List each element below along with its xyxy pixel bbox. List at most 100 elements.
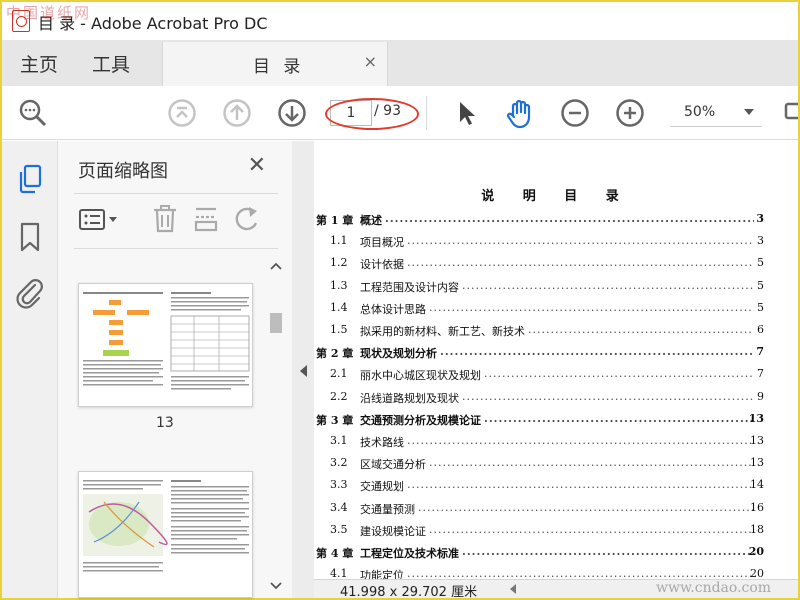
toc-entry-number: 3.2 [330,456,348,470]
toc-entry-number: 3.1 [330,434,348,447]
toc-heading: 说 明 目 录 [481,189,631,204]
toc-entry[interactable]: 4.1 功能定位.................................… [314,564,764,579]
tab-close-icon[interactable]: × [364,52,377,71]
status-bar: 41.998 x 29.702 厘米 www.cndao.com [314,579,798,600]
toc-entry-number: 1.1 [330,234,348,248]
next-page-icon[interactable] [277,98,307,128]
tab-bar: 主页 工具 目 录 × [2,40,798,86]
toc-entry-page: 13 [750,434,764,447]
pane-splitter[interactable] [292,141,314,598]
navigation-rail [2,141,58,598]
delete-page-icon[interactable] [151,203,179,239]
first-page-icon[interactable] [167,98,197,128]
scrollbar-thumb[interactable] [270,313,282,333]
zoom-value: 50% [684,104,716,120]
toc-entry-page: 18 [750,522,764,536]
toc-entry-number: 2.2 [330,389,348,403]
comment-icon[interactable] [780,98,798,128]
highlight-annotation [325,98,419,130]
toc-entry[interactable]: 3.2 区域交通分析...............................… [314,453,764,473]
toc-entry-title: 技术路线 [360,436,404,449]
toc-leader-dots: ........................................… [407,567,754,579]
zoom-out-icon[interactable] [560,98,590,128]
toc-entry-number: 3.5 [330,522,348,536]
toc-entry-page: 3 [756,212,764,225]
toolbar: 1 / 93 50% [2,86,798,140]
tab-home[interactable]: 主页 [20,50,58,77]
extract-page-icon[interactable] [192,203,220,239]
toc-leader-dots: ........................................… [429,522,754,536]
toc-leader-dots: ........................................… [429,456,754,470]
toc-entry-title: 总体设计思路 [360,302,426,316]
toc-leader-dots: ........................................… [407,478,754,492]
toc-entry[interactable]: 2.1 丽水中心城区现状及规划..........................… [314,364,764,384]
toc-entry[interactable]: 第 3 章交通预测分析及规模论证........................… [314,409,764,429]
toc-entry-number: 1.5 [330,323,348,336]
toc-entry[interactable]: 1.3 工程范围及设计内容............................… [314,276,764,296]
toc-entry-title: 建设规模论证 [360,524,426,538]
zoom-in-icon[interactable] [615,98,645,128]
hand-tool-icon[interactable] [504,98,534,129]
toc-entry-number: 1.4 [330,300,348,314]
page-thumbnails-icon[interactable] [16,163,44,199]
toc-leader-dots: ........................................… [440,345,754,359]
page-dimensions: 41.998 x 29.702 厘米 [340,585,478,600]
toc-entry[interactable]: 1.5 拟采用的新材料、新工艺、新技术......................… [314,320,764,340]
toc-entry-title: 工程定位及技术标准 [360,547,459,560]
toc-entry[interactable]: 1.2 设计依据.................................… [314,253,764,273]
toc-leader-dots: ........................................… [429,300,754,314]
toc-entry-page: 13 [748,411,764,425]
toc-entry[interactable]: 3.5 建设规模论证...............................… [314,520,764,540]
toc-leader-dots: ........................................… [484,367,754,381]
watermark-bottom: www.cndao.com [656,580,772,596]
toc-entry[interactable]: 第 2 章现状及规划分析............................… [314,342,764,362]
toc-entry-page: 6 [757,323,764,336]
collapse-pane-icon[interactable] [300,365,307,377]
toc-entry[interactable]: 1.4 总体设计思路...............................… [314,298,764,318]
pane-divider-lower [74,248,278,249]
toc-entry-number: 第 2 章 [316,347,354,361]
thumbnail-options-icon[interactable] [78,205,124,239]
search-icon[interactable] [18,98,48,128]
toc-entry-page: 13 [750,456,764,470]
pane-close-icon[interactable]: ✕ [248,153,266,178]
toc-entry-title: 功能定位 [360,569,404,579]
scroll-left-icon[interactable] [510,584,516,594]
toolbar-divider [426,96,427,130]
toc-entry[interactable]: 1.1 项目概况.................................… [314,231,764,251]
title-bar: 目 录 - Adobe Acrobat Pro DC 中国道纸网 [2,2,798,40]
thumbnail-scrollbar[interactable] [270,261,282,591]
toc-entry-page: 20 [748,545,764,558]
toc-entry-page: 20 [750,567,764,579]
toc-entry-page: 9 [757,389,764,403]
toc-entry[interactable]: 第 4 章工程定位及技术标准..........................… [314,542,764,562]
toc-leader-dots: ........................................… [462,389,754,403]
toc-leader-dots: ........................................… [528,323,754,336]
attachment-icon[interactable] [15,277,45,313]
select-cursor-icon[interactable] [452,98,482,128]
page-thumbnail[interactable] [78,283,253,407]
rotate-page-icon[interactable] [232,203,262,239]
toc-entry-title: 交通量预测 [360,502,415,516]
toc-entry-title: 沿线道路规划及现状 [360,391,459,405]
toc-entry[interactable]: 3.1 技术路线.................................… [314,431,764,451]
bookmark-icon[interactable] [18,221,42,257]
toc-leader-dots: ........................................… [407,256,754,270]
zoom-select[interactable]: 50% [670,99,762,127]
toc-entry-title: 拟采用的新材料、新工艺、新技术 [360,325,525,338]
toc-entry[interactable]: 第 1 章概述.................................… [314,209,764,229]
toc-entry[interactable]: 3.4 交通量预测................................… [314,498,764,518]
page-thumbnail[interactable] [78,471,253,598]
toc-entry[interactable]: 3.3 交通规划.................................… [314,475,764,495]
toc-entry-number: 第 1 章 [316,214,354,227]
toc-leader-dots: ........................................… [407,434,754,447]
toc-entry[interactable]: 2.2 沿线道路规划及现状............................… [314,387,764,407]
toc-entry-page: 7 [756,345,764,359]
previous-page-icon[interactable] [222,98,252,128]
chevron-down-icon [744,109,754,115]
document-view: 说 明 目 录 第 1 章概述.........................… [314,141,798,579]
tab-tools[interactable]: 工具 [92,50,130,77]
toc-entry-page: 3 [757,234,764,248]
tab-document[interactable]: 目 录 × [162,42,388,86]
toc-entry-number: 3.4 [330,500,348,514]
